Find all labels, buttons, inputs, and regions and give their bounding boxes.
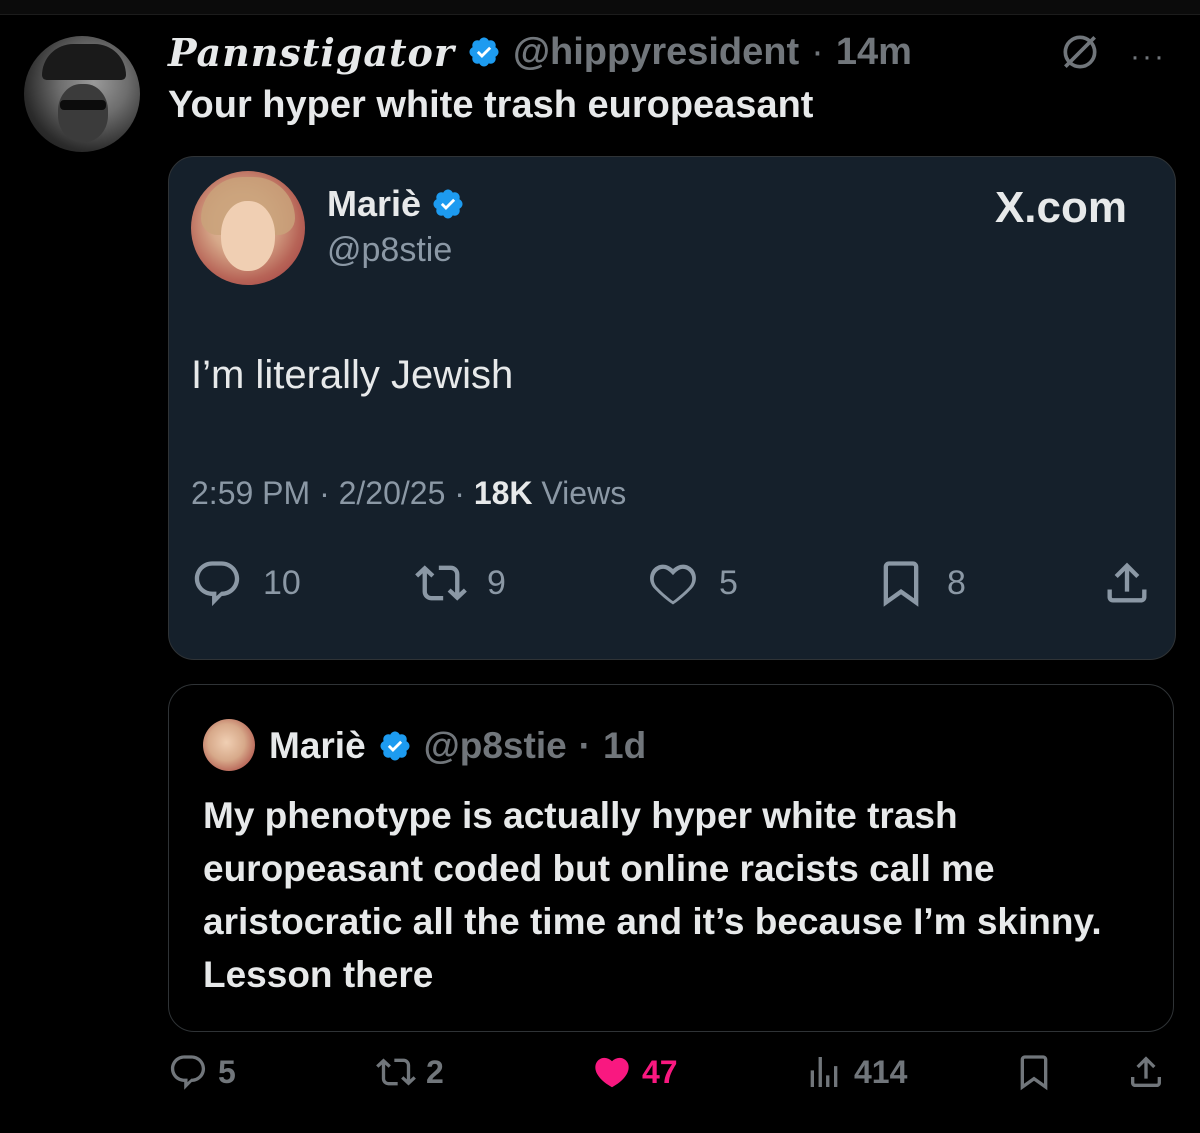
reply-count: 5 xyxy=(218,1053,236,1090)
like-count: 47 xyxy=(642,1053,678,1090)
quote-text: My phenotype is actually hyper white tra… xyxy=(203,795,1102,995)
top-divider xyxy=(0,0,1200,15)
card-tweet-text: I’m literally Jewish xyxy=(191,353,514,397)
card-meta: 2:59 PM · 2/20/25 · 18K Views xyxy=(191,475,627,511)
quote-name[interactable]: Mariè xyxy=(269,725,366,767)
card-like: 5 xyxy=(647,557,738,609)
card-avatar xyxy=(191,171,305,285)
bookmark-button[interactable] xyxy=(1014,1052,1054,1092)
heart-icon xyxy=(595,1057,629,1088)
timestamp[interactable]: 14m xyxy=(836,31,912,74)
grok-icon[interactable] xyxy=(1058,30,1102,74)
quoted-tweet[interactable]: Mariè @p8stie · 1d My phenotype is actua… xyxy=(168,684,1174,1032)
card-name: Mariè xyxy=(327,183,465,225)
card-actions: 10 9 5 8 xyxy=(191,557,1151,613)
verified-icon xyxy=(380,731,410,761)
views-button[interactable]: 414 xyxy=(804,1052,907,1092)
quote-avatar[interactable] xyxy=(203,719,255,771)
share-button[interactable] xyxy=(1126,1052,1166,1092)
heart-icon xyxy=(650,564,696,605)
embedded-tweet-screenshot[interactable]: Mariè @p8stie X.com I’m literally Jewish… xyxy=(168,156,1176,660)
views-count: 414 xyxy=(854,1053,908,1090)
separator: · xyxy=(811,30,824,73)
more-icon[interactable]: ··· xyxy=(1130,40,1166,74)
share-icon xyxy=(1131,1056,1161,1087)
share-icon xyxy=(1107,562,1147,603)
card-handle: @p8stie xyxy=(327,231,453,269)
card-reply: 10 xyxy=(191,557,301,609)
tweet-text: Your hyper white trash europeasant xyxy=(168,84,814,126)
bookmark-icon xyxy=(1020,1055,1048,1091)
quote-timestamp[interactable]: 1d xyxy=(603,725,646,767)
card-share xyxy=(1101,557,1153,609)
brand-label: X.com xyxy=(994,183,1127,232)
quote-handle[interactable]: @p8stie xyxy=(424,725,567,767)
display-name[interactable]: Pannstigator xyxy=(168,30,455,75)
separator: · xyxy=(578,725,591,766)
reply-icon xyxy=(170,1055,206,1090)
verified-icon xyxy=(433,189,463,219)
action-bar: 5 2 47 414 xyxy=(168,1052,1178,1108)
post-header: Pannstigator @hippyresident · 14m xyxy=(168,28,912,76)
reply-icon xyxy=(194,561,240,607)
retweet-icon xyxy=(415,565,467,601)
avatar[interactable] xyxy=(24,36,140,152)
quote-header: Mariè @p8stie · 1d xyxy=(269,723,646,769)
repost-button[interactable]: 2 xyxy=(376,1052,444,1092)
repost-count: 2 xyxy=(426,1053,444,1090)
card-bookmark: 8 xyxy=(875,557,966,609)
bookmark-icon xyxy=(883,561,919,607)
verified-icon xyxy=(469,37,499,67)
reply-button[interactable]: 5 xyxy=(168,1052,236,1092)
handle[interactable]: @hippyresident xyxy=(513,31,799,74)
like-button[interactable]: 47 xyxy=(592,1052,678,1092)
retweet-icon xyxy=(376,1058,416,1086)
views-icon xyxy=(810,1057,838,1087)
card-retweet: 9 xyxy=(415,557,506,609)
